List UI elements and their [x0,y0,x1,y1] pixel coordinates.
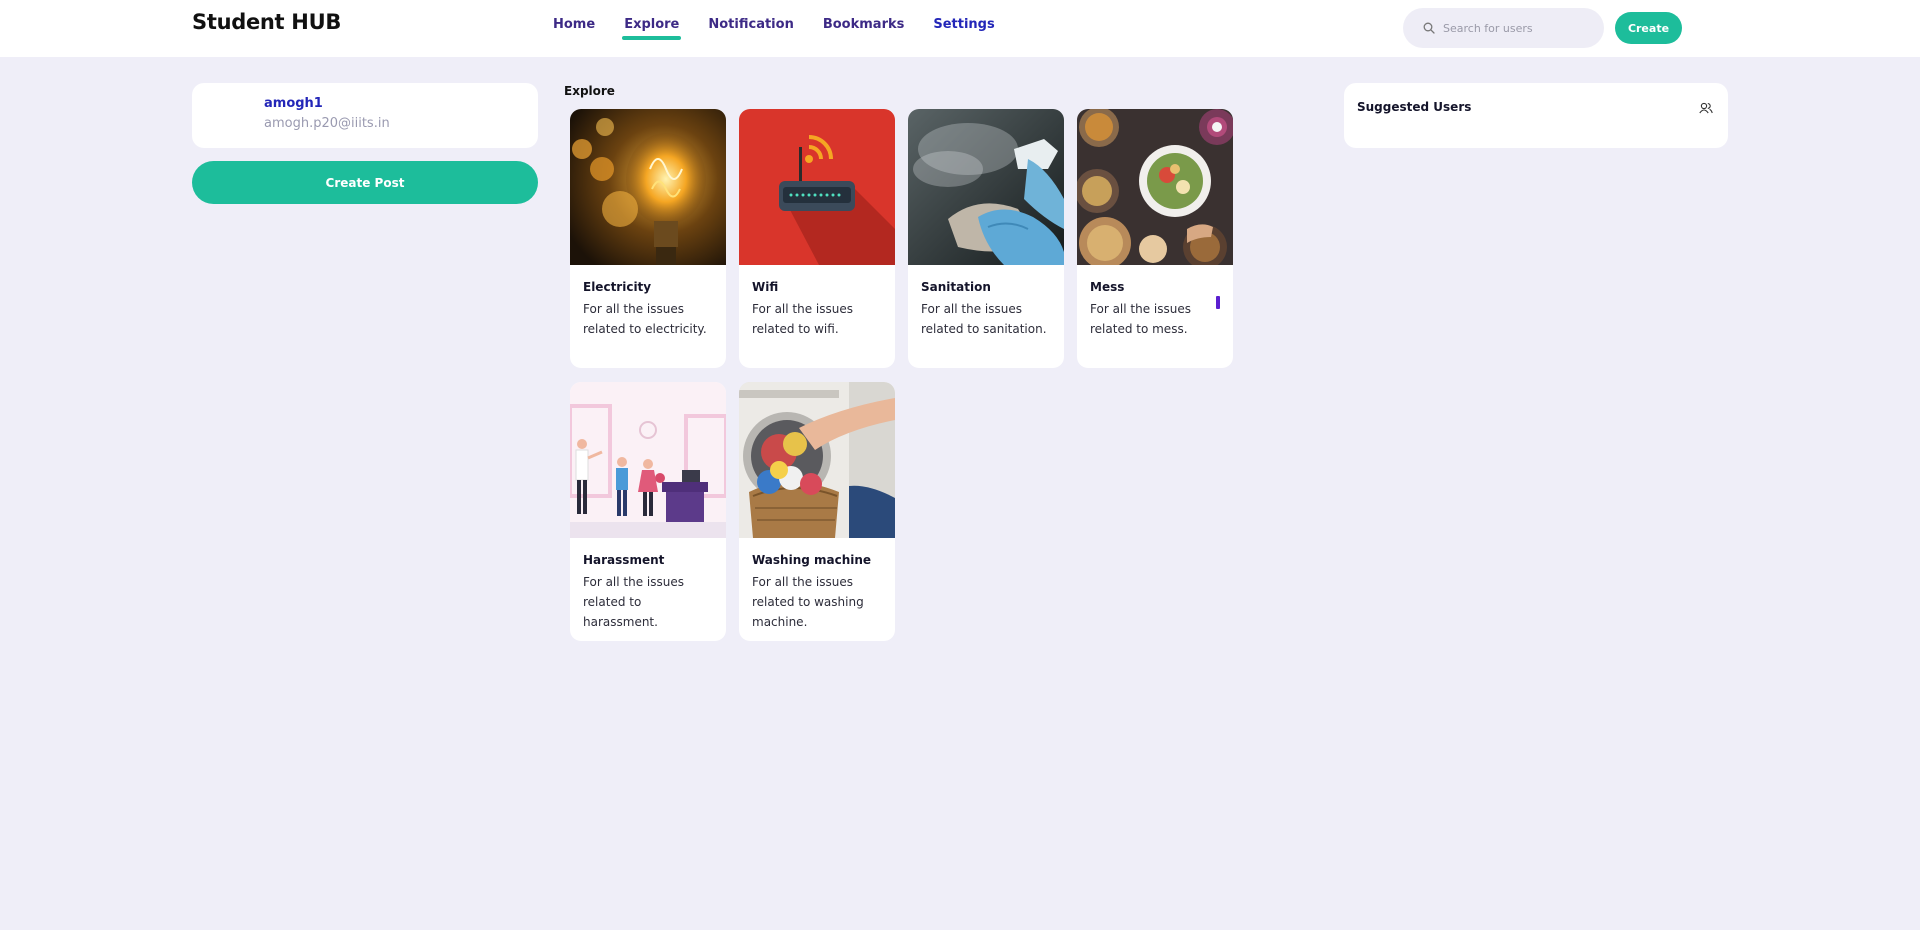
card-description: For all the issues related to wifi. [752,302,853,336]
food-table-image [1077,109,1233,265]
profile-card: amogh1 amogh.p20@iiits.in [192,83,538,148]
nav-bookmarks[interactable]: Bookmarks [823,17,905,40]
users-icon[interactable] [1699,102,1713,114]
brand-logo[interactable]: Student HUB [192,10,341,34]
spray-gloves-image [908,109,1064,265]
nav-explore[interactable]: Explore [622,17,682,40]
search-box[interactable] [1403,8,1604,48]
explore-card-washing-machine[interactable]: Washing machine For all the issues relat… [739,382,895,641]
explore-card-sanitation[interactable]: Sanitation For all the issues related to… [908,109,1064,368]
light-bulb-image [570,109,726,265]
search-input[interactable] [1443,21,1593,35]
card-title: Mess [1090,280,1125,294]
router-image [739,109,895,265]
nav-home[interactable]: Home [553,17,595,40]
create-post-button[interactable]: Create Post [192,161,538,204]
explore-card-electricity[interactable]: Electricity For all the issues related t… [570,109,726,368]
explore-card-harassment[interactable]: Harassment For all the issues related to… [570,382,726,641]
search-icon [1423,22,1435,34]
card-description: For all the issues related to harassment… [583,575,684,629]
laundry-image [739,382,895,538]
card-description: For all the issues related to sanitation… [921,302,1047,336]
top-header: Student HUB Home Explore Notification Bo… [0,0,1920,57]
card-title: Washing machine [752,553,872,567]
suggested-users-panel: Suggested Users [1344,83,1728,148]
card-title: Harassment [583,553,665,567]
explore-card-wifi[interactable]: Wifi For all the issues related to wifi. [739,109,895,368]
card-title: Electricity [583,280,652,294]
profile-email: amogh.p20@iiits.in [264,116,390,131]
explore-heading: Explore [564,84,615,98]
text-cursor-marker [1216,296,1220,309]
explore-card-mess[interactable]: Mess For all the issues related to mess. [1077,109,1233,368]
card-title: Wifi [752,280,779,294]
card-description: For all the issues related to mess. [1090,302,1191,336]
main-nav: Home Explore Notification Bookmarks Sett… [553,17,1024,40]
card-description: For all the issues related to electricit… [583,302,707,336]
suggested-users-title: Suggested Users [1357,100,1472,114]
nav-notification[interactable]: Notification [708,17,793,40]
nav-settings[interactable]: Settings [933,17,994,40]
card-title: Sanitation [921,280,991,294]
create-button[interactable]: Create [1615,12,1682,44]
profile-username[interactable]: amogh1 [264,96,323,111]
card-description: For all the issues related to washing ma… [752,575,864,629]
office-scene-image [570,382,726,538]
